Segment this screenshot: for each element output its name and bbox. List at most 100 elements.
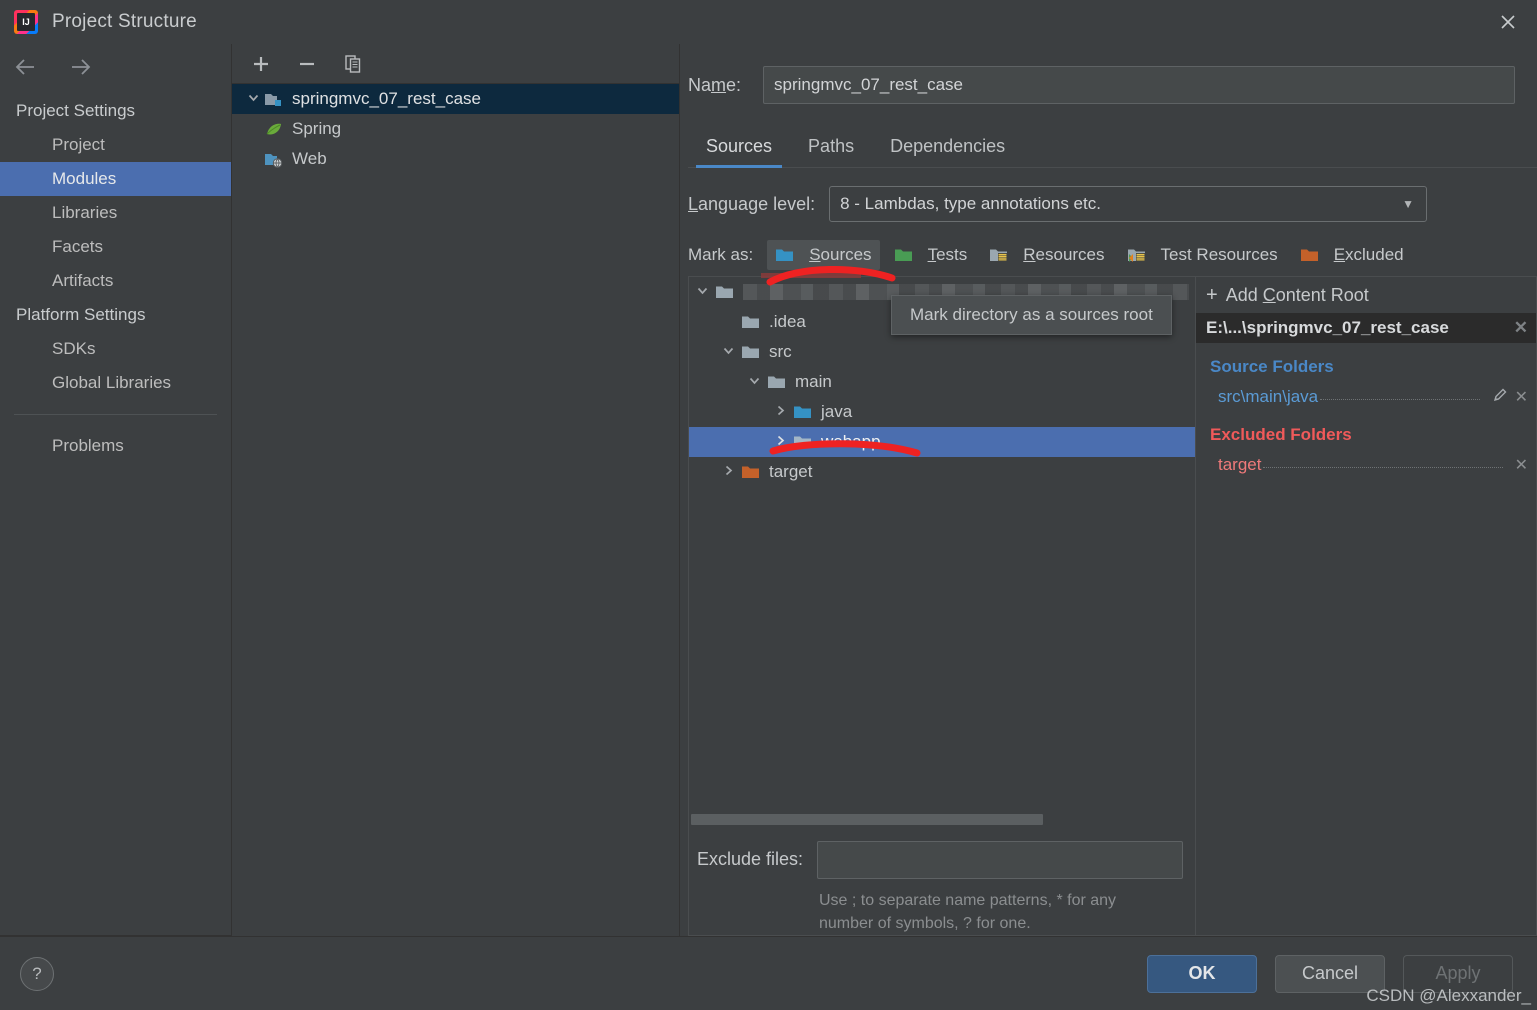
project-structure-dialog: Project Structure Project Settings Proje… (0, 0, 1537, 1010)
sidebar-item-facets[interactable]: Facets (0, 230, 231, 264)
module-tree-label: Web (292, 149, 327, 168)
folder-tests-icon (894, 247, 914, 264)
exclude-hint-line-1: Use ; to separate name patterns, * for a… (819, 891, 1117, 909)
content-roots-pane: + Add Content Root E:\...\springmvc_07_r… (1195, 276, 1537, 936)
module-tree-label: springmvc_07_rest_case (292, 89, 481, 108)
mark-as-excluded-button[interactable]: Excluded (1292, 240, 1412, 270)
module-tree-row-web[interactable]: Web (232, 144, 679, 174)
source-folder-row[interactable]: src\main\java ✕ (1210, 383, 1528, 411)
directory-tree-row-webapp[interactable]: webapp (689, 427, 1195, 457)
add-content-root-label: Add Content Root (1225, 284, 1369, 305)
sidebar-item-modules[interactable]: Modules (0, 162, 231, 196)
directory-tree-row-target[interactable]: target (689, 457, 1195, 487)
sidebar-item-sdks[interactable]: SDKs (0, 332, 231, 366)
folder-sources-icon (775, 247, 795, 264)
arrow-right-icon[interactable] (66, 58, 96, 76)
excluded-folder-row[interactable]: target ✕ (1210, 451, 1528, 479)
sidebar-item-global-libraries[interactable]: Global Libraries (0, 366, 231, 400)
folder-plain-icon (741, 344, 761, 361)
mark-as-excluded-label: Excluded (1333, 245, 1404, 264)
chevron-down-icon[interactable] (242, 91, 264, 107)
mark-as-label: Mark as: (688, 245, 754, 264)
close-icon[interactable] (1479, 0, 1537, 44)
mark-as-sources-button[interactable]: Sources (767, 240, 880, 270)
module-tree-row-springmvc[interactable]: springmvc_07_rest_case (232, 84, 679, 114)
remove-module-button[interactable] (294, 51, 320, 77)
directory-label: .idea (769, 312, 806, 331)
sidebar-divider (14, 414, 217, 415)
dialog-body: Project Settings Project Modules Librari… (0, 44, 1537, 936)
sidebar-item-problems[interactable]: Problems (0, 429, 231, 463)
directory-label: main (795, 372, 832, 391)
mark-as-test-resources-label: Test Resources (1160, 245, 1278, 264)
mark-as-test-resources-button[interactable]: Test Resources (1119, 240, 1286, 270)
source-folders-title: Source Folders (1210, 357, 1334, 376)
language-level-value: 8 - Lambdas, type annotations etc. (840, 194, 1101, 213)
scrollbar-thumb[interactable] (691, 814, 1043, 826)
tab-dependencies[interactable]: Dependencies (872, 136, 1023, 167)
folder-resources-icon (989, 247, 1009, 264)
dialog-footer: ? OK Cancel Apply CSDN @Alexxander_ (0, 936, 1537, 1010)
directory-label: webapp (821, 432, 881, 451)
title-bar: Project Structure (0, 0, 1537, 44)
directory-tree-row-main[interactable]: main (689, 367, 1195, 397)
content-root-header[interactable]: E:\...\springmvc_07_rest_case ✕ (1196, 313, 1536, 343)
mark-as-resources-label: Resources (1023, 245, 1105, 264)
mark-as-tests-button[interactable]: Tests (886, 240, 976, 270)
help-button[interactable]: ? (20, 956, 54, 991)
tab-sources[interactable]: Sources (688, 136, 790, 168)
spring-leaf-icon (264, 121, 284, 138)
sidebar-item-artifacts[interactable]: Artifacts (0, 264, 231, 298)
directory-tree-row-src[interactable]: src (689, 337, 1195, 367)
arrow-left-icon[interactable] (12, 58, 42, 76)
folder-plain-icon (767, 374, 787, 391)
add-module-button[interactable] (248, 51, 274, 77)
exclude-files-row: Exclude files: (689, 831, 1195, 879)
copy-module-icon[interactable] (340, 51, 366, 77)
mark-as-sources-label: Sources (809, 245, 872, 264)
folder-plain-icon (793, 434, 813, 451)
module-tabs: Sources Paths Dependencies (688, 124, 1537, 168)
directory-tree-hscrollbar[interactable] (689, 809, 1195, 831)
mark-as-resources-button[interactable]: Resources (981, 240, 1112, 270)
exclude-files-input[interactable] (817, 840, 1183, 879)
cancel-button[interactable]: Cancel (1275, 954, 1385, 993)
apply-button: Apply (1403, 954, 1513, 993)
language-level-select[interactable]: 8 - Lambdas, type annotations etc. ▼ (829, 186, 1427, 222)
chevron-down-icon[interactable] (741, 374, 767, 390)
sidebar-item-project[interactable]: Project (0, 128, 231, 162)
module-name-row: Name: springmvc_07_rest_case (680, 44, 1537, 104)
modules-panel: springmvc_07_rest_case Spring Web (232, 44, 680, 936)
name-label: Name: (688, 74, 742, 95)
folder-excluded-icon (1300, 247, 1320, 264)
settings-sidebar: Project Settings Project Modules Librari… (0, 44, 232, 936)
plus-icon: + (1206, 283, 1218, 306)
module-tree-row-spring[interactable]: Spring (232, 114, 679, 144)
navigation-arrows (0, 44, 231, 90)
annotation-mark (761, 273, 861, 278)
sidebar-item-libraries[interactable]: Libraries (0, 196, 231, 230)
module-folder-icon (264, 91, 284, 108)
excluded-folder-path: target (1218, 455, 1262, 474)
tab-paths[interactable]: Paths (790, 136, 872, 167)
close-icon[interactable]: ✕ (1515, 387, 1528, 407)
chevron-down-icon[interactable] (715, 344, 741, 360)
chevron-right-icon[interactable] (715, 464, 741, 480)
chevron-right-icon[interactable] (767, 404, 793, 420)
ok-button[interactable]: OK (1147, 954, 1257, 993)
content-root-path: E:\...\springmvc_07_rest_case (1206, 318, 1449, 337)
close-icon[interactable]: ✕ (1514, 318, 1528, 338)
excluded-folders-title: Excluded Folders (1210, 425, 1352, 444)
content-split: .idea src main java webapp target Mark d… (680, 273, 1537, 936)
module-name-input[interactable]: springmvc_07_rest_case (763, 66, 1515, 104)
directory-tree-row-java[interactable]: java (689, 397, 1195, 427)
close-icon[interactable]: ✕ (1515, 455, 1528, 475)
module-editor-panel: Name: springmvc_07_rest_case Sources Pat… (680, 44, 1537, 936)
directory-label: src (769, 342, 792, 361)
directory-label: java (821, 402, 853, 421)
page-title: Project Structure (52, 11, 197, 32)
chevron-down-icon[interactable] (689, 284, 715, 300)
add-content-root-button[interactable]: + Add Content Root (1196, 277, 1536, 313)
pencil-icon[interactable] (1492, 386, 1509, 408)
chevron-right-icon[interactable] (767, 434, 793, 450)
